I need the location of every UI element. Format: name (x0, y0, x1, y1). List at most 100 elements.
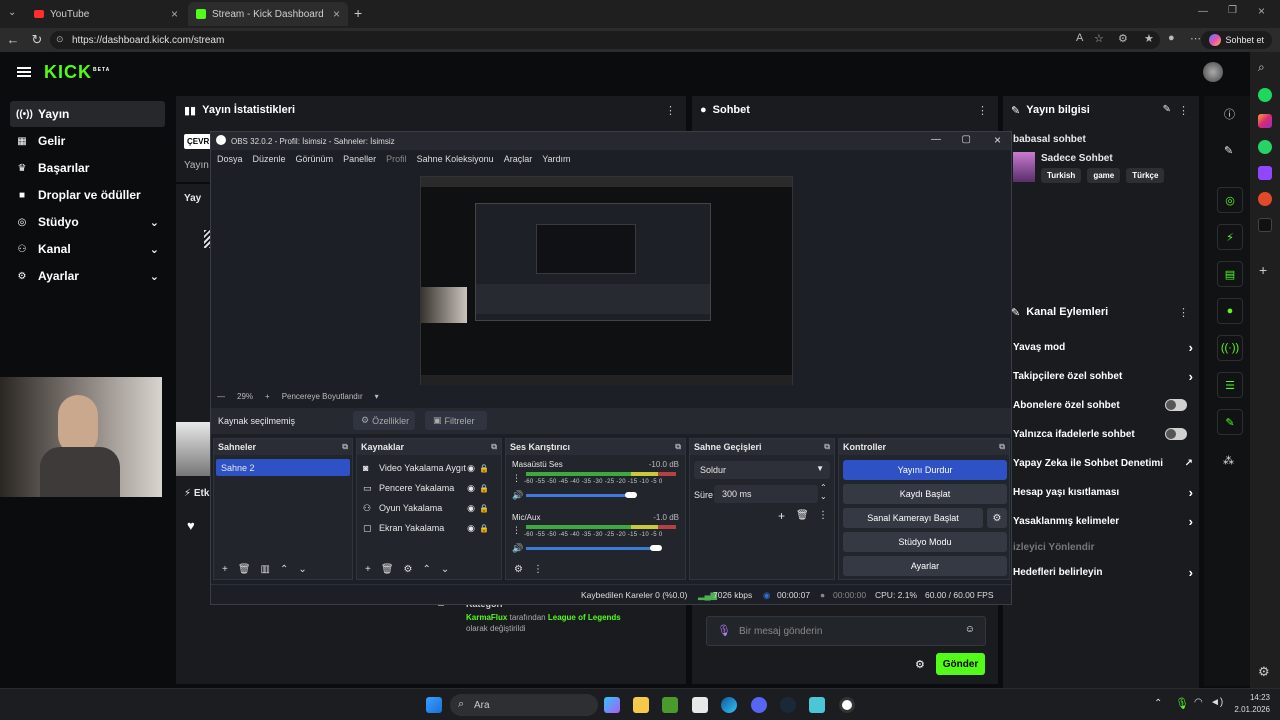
zoom-out-icon[interactable]: — (217, 392, 225, 401)
info-icon[interactable]: ⓘ (1224, 106, 1235, 122)
clock-date[interactable]: 2.01.2026 (1226, 705, 1270, 714)
tray-mic-icon[interactable]: 🎙 (1175, 697, 1189, 710)
tab-kick-dashboard[interactable]: Stream - Kick Dashboard × (188, 2, 348, 26)
sidebar-item-settings[interactable]: ⚙ Ayarlar ⌄ (10, 263, 165, 289)
sidebar-item-studio[interactable]: ◎ Stüdyo ⌄ (10, 209, 165, 235)
profile-icon[interactable]: ● (1168, 32, 1175, 44)
tiktok-icon[interactable] (1258, 218, 1272, 232)
source-properties-icon[interactable]: ⚙ (404, 564, 413, 575)
chat-input[interactable]: 🎙 Bir mesaj gönderin ☺ (706, 616, 986, 646)
copilot-app-icon[interactable] (604, 697, 620, 713)
copilot-button[interactable]: Sohbet et (1201, 31, 1272, 49)
instagram-icon[interactable] (1258, 114, 1272, 128)
microphone-icon[interactable]: 🎙 (717, 624, 731, 637)
close-tab-icon[interactable]: × (333, 7, 340, 21)
start-recording-button[interactable]: Kaydı Başlat (843, 484, 1007, 504)
virtual-camera-settings-icon[interactable]: ⚙ (987, 508, 1007, 528)
app-icon[interactable] (1258, 192, 1272, 206)
sidebar-item-revenue[interactable]: ▦ Gelir (10, 128, 165, 154)
lock-icon[interactable]: 🔒 (479, 464, 489, 473)
sidebar-item-drops[interactable]: ■ Droplar ve ödüller (10, 182, 165, 208)
rail-notes-button[interactable]: ▤ (1217, 261, 1243, 287)
sidebar-item-channel[interactable]: ⚇ Kanal ⌄ (10, 236, 165, 262)
subscribers-only-toggle[interactable] (1165, 399, 1187, 411)
menu-help[interactable]: Yardım (542, 154, 570, 164)
lock-icon[interactable]: 🔒 (479, 484, 489, 493)
windows-start-icon[interactable] (426, 697, 442, 713)
add-sidebar-app-icon[interactable]: + (1259, 262, 1267, 278)
add-scene-icon[interactable]: + (222, 564, 228, 575)
feed-game[interactable]: League of Legends (548, 613, 621, 622)
action-banned-words[interactable]: Yasaklanmış kelimeler › (1013, 514, 1195, 529)
tab-list-chevron-icon[interactable]: ⌄ (8, 7, 16, 18)
obs-maximize-icon[interactable]: ▢ (962, 134, 971, 145)
visibility-eye-icon[interactable]: ◉ (467, 463, 475, 474)
action-ai-moderation[interactable]: Yapay Zeka ile Sohbet Denetimi ↗ (1013, 458, 1195, 469)
volume-icon[interactable]: ◄) (1210, 697, 1223, 708)
sidebar-item-stream[interactable]: ((•)) Yayın (10, 101, 165, 127)
collections-icon[interactable]: ★ (1144, 32, 1154, 45)
taskbar-search[interactable]: ⌕ Ara (450, 694, 598, 716)
kick-logo[interactable]: KICKBETA (44, 62, 110, 83)
menu-tools[interactable]: Araçlar (504, 154, 533, 164)
apps-icon[interactable]: ⁂ (1223, 454, 1234, 467)
rail-chat-button[interactable]: ● (1217, 298, 1243, 324)
maximize-icon[interactable]: ❐ (1228, 5, 1237, 16)
new-tab-icon[interactable]: + (354, 5, 362, 21)
steam-icon[interactable] (780, 697, 796, 713)
mixer-options-icon[interactable]: ⋮ (512, 525, 521, 536)
zoom-in-icon[interactable]: + (265, 392, 270, 401)
site-info-icon[interactable]: ⊙ (56, 34, 64, 45)
url-field[interactable]: ⊙ https://dashboard.kick.com/stream (50, 31, 1160, 49)
visibility-eye-icon[interactable]: ◉ (467, 483, 475, 494)
move-up-icon[interactable]: ⌃ (280, 564, 288, 575)
dock-undock-icon[interactable]: ⧉ (491, 442, 497, 452)
action-set-goals[interactable]: Hedefleri belirleyin › (1013, 565, 1195, 580)
dock-undock-icon[interactable]: ⧉ (675, 442, 681, 452)
move-down-icon[interactable]: ⌄ (298, 564, 306, 575)
read-aloud-icon[interactable]: A (1076, 32, 1083, 44)
send-button[interactable]: Gönder (936, 653, 985, 675)
volume-slider[interactable] (526, 547, 656, 550)
close-window-icon[interactable]: × (1258, 4, 1265, 18)
menu-view[interactable]: Görünüm (296, 154, 334, 164)
favorite-star-icon[interactable]: ☆ (1094, 32, 1104, 45)
duration-input[interactable]: 300 ms (714, 485, 818, 503)
menu-file[interactable]: Dosya (217, 154, 243, 164)
action-slow-mode[interactable]: Yavaş mod › (1013, 340, 1195, 355)
store-icon[interactable] (692, 697, 708, 713)
source-item[interactable]: ▭ Pencere Yakalama ◉ 🔒 (363, 479, 495, 497)
remove-source-icon[interactable]: 🗑 (381, 564, 394, 575)
dock-undock-icon[interactable]: ⧉ (999, 442, 1005, 452)
emoji-icon[interactable]: ☺ (965, 624, 975, 635)
mixer-options-icon[interactable]: ⋮ (512, 473, 521, 484)
rail-broadcast-button[interactable]: ((·)) (1217, 335, 1243, 361)
minecraft-icon[interactable] (662, 697, 678, 713)
zoom-dropdown-icon[interactable]: ▾ (375, 392, 379, 401)
lock-icon[interactable]: 🔒 (479, 504, 489, 513)
edit-icon[interactable]: ✎ (1163, 104, 1171, 115)
speaker-icon[interactable]: 🔊 (512, 490, 523, 501)
scene-filters-icon[interactable]: ▥ (261, 564, 270, 575)
volume-slider[interactable] (526, 494, 631, 497)
obs-minimize-icon[interactable]: — (931, 134, 941, 145)
source-item[interactable]: ⚇ Oyun Yakalama ◉ 🔒 (363, 499, 495, 517)
clock-time[interactable]: 14:23 (1236, 693, 1270, 702)
properties-button[interactable]: ⚙ Özellikler (353, 411, 415, 430)
sidebar-item-achievements[interactable]: ♛ Başarılar (10, 155, 165, 181)
whatsapp-icon[interactable] (1258, 140, 1272, 154)
pencil-icon[interactable]: ✎ (1224, 144, 1233, 157)
rail-clip-button[interactable]: ◎ (1217, 187, 1243, 213)
add-transition-icon[interactable]: + (778, 509, 785, 523)
speaker-icon[interactable]: 🔊 (512, 543, 523, 554)
close-tab-icon[interactable]: × (171, 7, 178, 21)
obs-taskbar-icon[interactable] (839, 697, 855, 713)
advanced-audio-icon[interactable]: ⚙ (514, 564, 523, 575)
action-account-age[interactable]: Hesap yaşı kısıtlaması › (1013, 485, 1195, 500)
edge-icon[interactable] (721, 697, 737, 713)
menu-profile[interactable]: Profil (386, 154, 407, 164)
visibility-eye-icon[interactable]: ◉ (467, 523, 475, 534)
increment-icon[interactable]: ⌃ (820, 483, 827, 492)
search-icon[interactable]: ⌕ (1258, 60, 1265, 75)
tray-chevron-icon[interactable]: ⌃ (1154, 698, 1162, 709)
